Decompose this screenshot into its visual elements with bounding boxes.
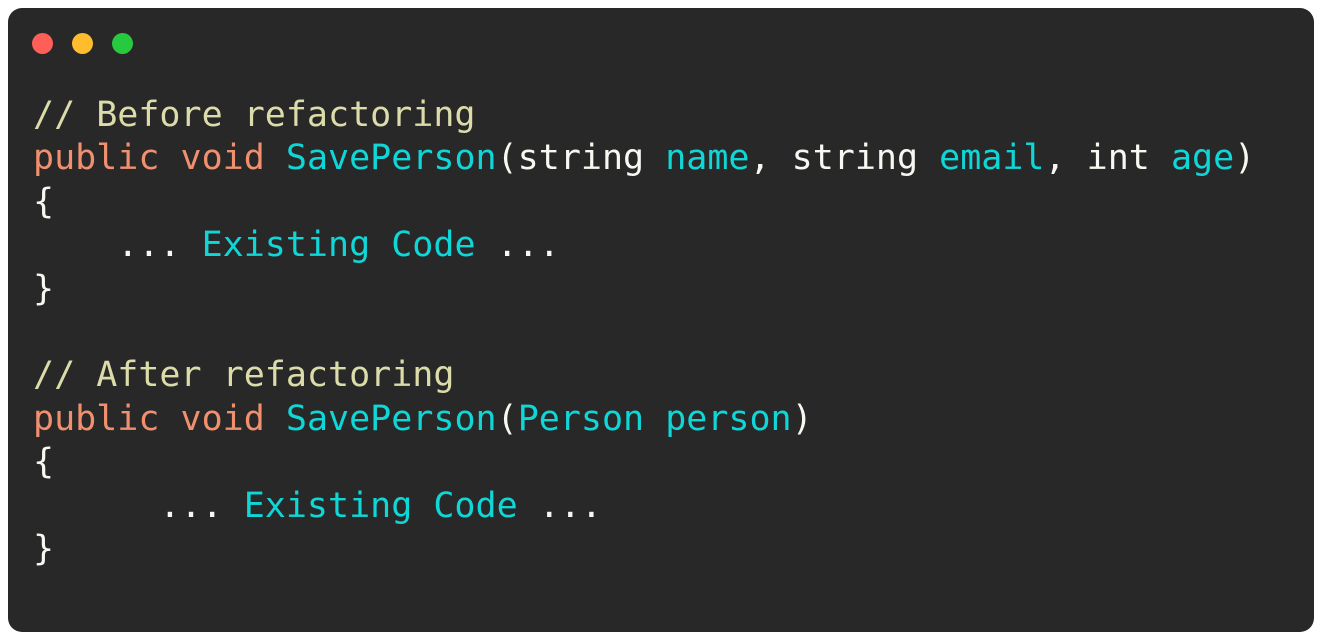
zoom-button-icon[interactable] (112, 33, 133, 54)
code-token-plain: { (33, 181, 55, 222)
code-token-plain: ... (33, 225, 202, 266)
window-controls (32, 33, 133, 54)
code-token-ident: name (665, 138, 750, 179)
code-line: { (33, 181, 1314, 224)
code-line: // Before refactoring (33, 94, 1314, 137)
code-token-plain: ... (475, 225, 560, 266)
code-token-keyword: void (180, 398, 265, 439)
code-token-keyword: void (180, 138, 265, 179)
code-line: public void SavePerson(Person person) (33, 398, 1314, 441)
code-token-plain: } (33, 268, 55, 309)
code-block[interactable]: // Before refactoring public void SavePe… (33, 94, 1314, 571)
code-token-ident: SavePerson (285, 138, 497, 179)
code-token-plain: ( (496, 398, 518, 439)
code-token-ident: Existing Code (201, 225, 476, 266)
code-token-plain: ) (1234, 138, 1256, 179)
code-token-keyword: public (33, 398, 160, 439)
code-area: // Before refactoring public void SavePe… (33, 94, 1314, 632)
code-token-ident: Existing Code (243, 485, 518, 526)
code-token-ident: SavePerson (285, 398, 497, 439)
code-line: // After refactoring (33, 354, 1314, 397)
code-line: ... Existing Code ... (33, 224, 1314, 267)
code-token-ident: age (1170, 138, 1235, 179)
code-snippet-window: // Before refactoring public void SavePe… (8, 8, 1314, 632)
code-token-plain: (string (496, 138, 666, 179)
code-line: } (33, 268, 1314, 311)
code-line: } (33, 528, 1314, 571)
code-token-plain: ) (791, 398, 813, 439)
code-line: { (33, 441, 1314, 484)
code-token-comment: // After refactoring (33, 355, 455, 396)
code-token-ident: email (939, 138, 1045, 179)
code-token-plain: } (33, 528, 55, 569)
code-token-plain: , int (1044, 138, 1171, 179)
code-line: public void SavePerson(string name, stri… (33, 137, 1314, 180)
code-token-plain: { (33, 442, 55, 483)
code-token-ident: Person person (517, 398, 792, 439)
code-line: ... Existing Code ... (33, 485, 1314, 528)
code-token-comment: // Before refactoring (33, 95, 476, 135)
code-token-plain: ... (33, 485, 244, 526)
window-titlebar (8, 8, 1314, 80)
minimize-button-icon[interactable] (72, 33, 93, 54)
code-token-keyword: public (33, 138, 160, 179)
close-button-icon[interactable] (32, 33, 53, 54)
code-token-plain: , string (749, 138, 940, 179)
code-token-plain: ... (517, 485, 602, 526)
